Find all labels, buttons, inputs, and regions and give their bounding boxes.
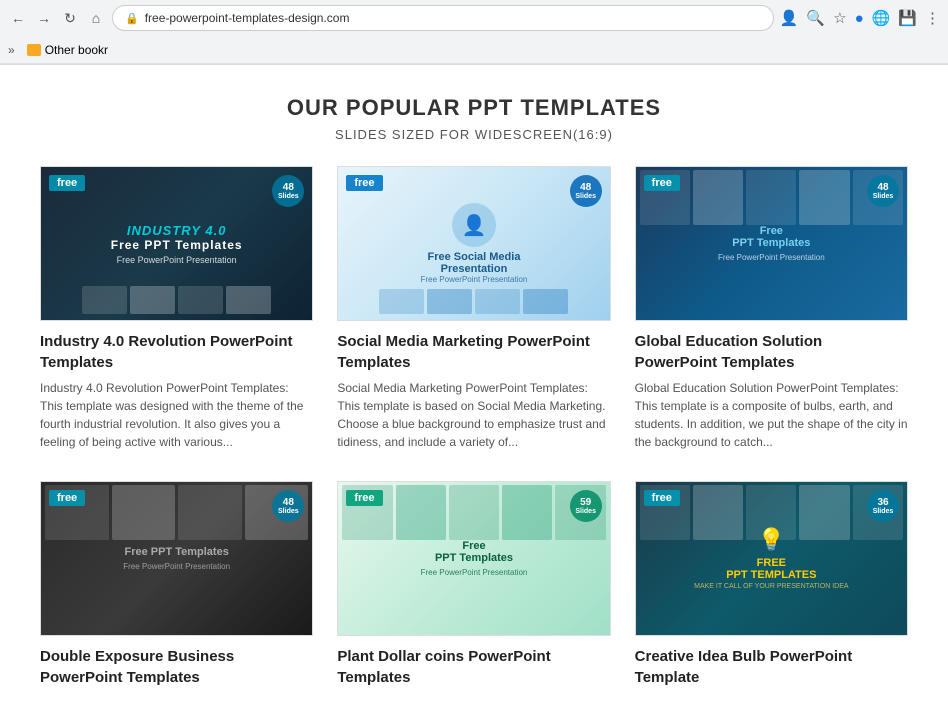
- card-image-global-edu: free 48Slides FreePPT Templates Free Pow…: [635, 166, 908, 321]
- mini-slides-1: [41, 286, 312, 314]
- mini-slide: [523, 289, 568, 314]
- browser-toolbar-icons: 👤 🔍 ☆ ● 🌐 💾 ⋮: [780, 9, 940, 27]
- card-plant-dollar[interactable]: free 59Slides FreePPT Templates Free Pow…: [337, 481, 610, 694]
- card-title-double-exposure: Double Exposure Business PowerPoint Temp…: [40, 646, 313, 688]
- home-button[interactable]: ⌂: [86, 8, 106, 28]
- forward-button[interactable]: →: [34, 8, 54, 28]
- card-title-plant-dollar: Plant Dollar coins PowerPoint Templates: [337, 646, 610, 688]
- chevron-right-icon: »: [8, 43, 15, 57]
- mini-slide: [475, 289, 520, 314]
- mini-slide: [379, 289, 424, 314]
- url-text: free-powerpoint-templates-design.com: [145, 11, 761, 25]
- card-creative-bulb[interactable]: free 36Slides 💡 FREEPPT TEMPLATES MAKE I…: [635, 481, 908, 694]
- plant-tpl-label: FreePPT Templates: [435, 540, 513, 564]
- bookmarks-folder-item[interactable]: Other bookr: [19, 41, 116, 59]
- edu-tpl-sub: Free PowerPoint Presentation: [718, 253, 825, 262]
- double-tpl-label: Free PPT Templates: [124, 546, 228, 558]
- mini-slides-2: [338, 289, 609, 314]
- card-global-edu[interactable]: free 48Slides FreePPT Templates Free Pow…: [635, 166, 908, 451]
- lock-icon: 🔒: [125, 12, 139, 25]
- tpl-preview-5: FreePPT Templates Free PowerPoint Presen…: [338, 482, 609, 635]
- card-image-creative-bulb: free 36Slides 💡 FREEPPT TEMPLATES MAKE I…: [635, 481, 908, 636]
- card-title-creative-bulb: Creative Idea Bulb PowerPoint Template: [635, 646, 908, 688]
- social-icon-circle: 👤: [452, 203, 496, 247]
- card-image-plant-dollar: free 59Slides FreePPT Templates Free Pow…: [337, 481, 610, 636]
- page-content: OUR POPULAR PPT TEMPLATES SLIDES SIZED F…: [0, 65, 948, 714]
- tpl-preview-3: FreePPT Templates Free PowerPoint Presen…: [636, 167, 907, 320]
- card-title-social-media: Social Media Marketing PowerPoint Templa…: [337, 331, 610, 373]
- card-desc-global-edu: Global Education Solution PowerPoint Tem…: [635, 379, 908, 451]
- card-image-social-media: free 48Slides 👤 Free Social MediaPresent…: [337, 166, 610, 321]
- card-desc-social-media: Social Media Marketing PowerPoint Templa…: [337, 379, 610, 451]
- ind-logo: INDUSTRY 4.0: [127, 223, 227, 238]
- tpl-preview-4: Free PPT Templates Free PowerPoint Prese…: [41, 482, 312, 635]
- mini-slide: [226, 286, 271, 314]
- card-industry40[interactable]: free 48Slides INDUSTRY 4.0 Free PPT Temp…: [40, 166, 313, 451]
- card-social-media[interactable]: free 48Slides 👤 Free Social MediaPresent…: [337, 166, 610, 451]
- card-title-industry40: Industry 4.0 Revolution PowerPoint Templ…: [40, 331, 313, 373]
- tpl-sub-1: Free PowerPoint Presentation: [117, 255, 237, 265]
- bookmark-label: Other bookr: [45, 43, 108, 57]
- mini-slide: [130, 286, 175, 314]
- plant-tpl-sub: Free PowerPoint Presentation: [421, 568, 528, 577]
- double-tpl-sub: Free PowerPoint Presentation: [123, 562, 230, 571]
- bulb-icon: 💡: [758, 527, 785, 553]
- mini-slide: [178, 286, 223, 314]
- reload-button[interactable]: ↻: [60, 8, 80, 28]
- edu-tpl-label: FreePPT Templates: [732, 225, 810, 249]
- tpl-title-1: Free PPT Templates: [111, 238, 243, 252]
- profile-icon[interactable]: 👤: [780, 9, 799, 27]
- card-desc-industry40: Industry 4.0 Revolution PowerPoint Templ…: [40, 379, 313, 451]
- bulb-tpl-label: FREEPPT TEMPLATES: [726, 557, 816, 581]
- tpl-preview-6: 💡 FREEPPT TEMPLATES MAKE IT CALL OF YOUR…: [636, 482, 907, 635]
- browser-chrome: ← → ↻ ⌂ 🔒 free-powerpoint-templates-desi…: [0, 0, 948, 65]
- page-subtitle: SLIDES SIZED FOR WIDESCREEN(16:9): [40, 127, 908, 142]
- card-double-exposure[interactable]: free 48Slides Free PPT Templates Free Po…: [40, 481, 313, 694]
- mini-slide: [82, 286, 127, 314]
- back-button[interactable]: ←: [8, 8, 28, 28]
- templates-grid: free 48Slides INDUSTRY 4.0 Free PPT Temp…: [40, 166, 908, 694]
- folder-icon: [27, 44, 41, 56]
- address-bar[interactable]: 🔒 free-powerpoint-templates-design.com: [112, 5, 774, 31]
- card-image-industry40: free 48Slides INDUSTRY 4.0 Free PPT Temp…: [40, 166, 313, 321]
- bulb-tpl-sub: MAKE IT CALL OF YOUR PRESENTATION IDEA: [694, 583, 848, 590]
- browser-toolbar: ← → ↻ ⌂ 🔒 free-powerpoint-templates-desi…: [0, 0, 948, 36]
- translate-icon[interactable]: 🌐: [872, 9, 891, 27]
- search-icon[interactable]: 🔍: [806, 9, 825, 27]
- chrome-menu-icon[interactable]: ⋮: [925, 9, 940, 27]
- bookmark-star-icon[interactable]: ☆: [833, 9, 846, 27]
- mini-slide: [427, 289, 472, 314]
- social-tpl-sub: Free PowerPoint Presentation: [421, 275, 528, 284]
- page-title: OUR POPULAR PPT TEMPLATES: [40, 95, 908, 121]
- card-title-global-edu: Global Education Solution PowerPoint Tem…: [635, 331, 908, 373]
- social-tpl-title: Free Social MediaPresentation: [428, 251, 521, 275]
- extensions-icon[interactable]: ●: [855, 10, 864, 27]
- card-image-double-exposure: free 48Slides Free PPT Templates Free Po…: [40, 481, 313, 636]
- bookmarks-bar: » Other bookr: [0, 36, 948, 64]
- save-to-drive-icon[interactable]: 💾: [898, 9, 917, 27]
